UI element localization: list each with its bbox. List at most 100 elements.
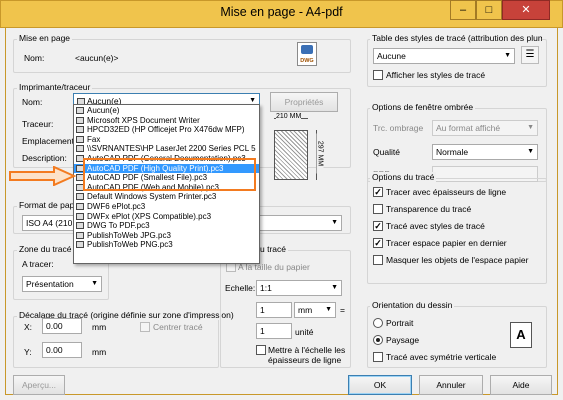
- upside-down-label: Tracé avec symétrie verticale: [386, 352, 497, 362]
- plot-paperspace-last-checkbox[interactable]: ✓: [373, 238, 383, 248]
- plot-option-label: Masquer les objets de l'espace papier: [386, 255, 529, 265]
- location-label: Emplacement:: [22, 136, 77, 146]
- orientation-legend: Orientation du dessin: [370, 300, 455, 310]
- printer-legend: Imprimante/traceur: [17, 82, 93, 92]
- printer-icon: [76, 116, 84, 124]
- hide-paperspace-objects-checkbox[interactable]: [373, 255, 383, 265]
- minimize-button[interactable]: –: [450, 0, 476, 20]
- close-button[interactable]: ✕: [502, 0, 550, 20]
- printer-option[interactable]: Fax: [74, 135, 259, 145]
- upside-down-checkbox[interactable]: [373, 352, 383, 362]
- plot-area-legend: Zone du tracé: [17, 244, 74, 254]
- highlight-box: [83, 158, 256, 191]
- plot-what-select[interactable]: Présentation ▼: [22, 276, 102, 292]
- page-setup-name-value: <aucun(e)>: [75, 53, 119, 63]
- center-plot-label: Centrer tracé: [153, 322, 203, 332]
- printer-option[interactable]: DWFx ePlot (XPS Compatible).pc3: [74, 212, 259, 222]
- printer-icon: [76, 203, 84, 210]
- landscape-label: Paysage: [386, 335, 420, 345]
- description-label: Description:: [22, 153, 67, 163]
- printer-icon: [76, 126, 84, 134]
- page-setup-legend: Mise en page: [17, 33, 73, 43]
- preview-button[interactable]: Aperçu...: [13, 375, 65, 395]
- printer-icon: [76, 231, 84, 239]
- chevron-down-icon: ▼: [527, 148, 534, 155]
- scale-unit2-label: unité: [295, 327, 314, 337]
- printer-option[interactable]: DWG To PDF.pc3: [74, 221, 259, 231]
- scale-label: Echelle:: [225, 283, 256, 293]
- printer-icon: [76, 193, 84, 201]
- offset-y-input[interactable]: 0.00: [42, 342, 82, 358]
- plot-option-label: Transparence du tracé: [386, 204, 472, 214]
- scale-lineweights-label: Mettre à l'échelle les épaisseurs de lig…: [268, 345, 346, 365]
- printer-option[interactable]: Microsoft XPS Document Writer: [74, 116, 259, 126]
- offset-x-unit: mm: [92, 322, 107, 332]
- dwg-file-icon: DWG: [297, 42, 317, 66]
- orange-arrow-icon: [9, 166, 77, 186]
- plot-with-styles-checkbox[interactable]: ✓: [373, 221, 383, 231]
- plot-lineweights-checkbox[interactable]: ✓: [373, 187, 383, 197]
- printer-option[interactable]: PublishToWeb JPG.pc3: [74, 231, 259, 241]
- portrait-label: Portrait: [386, 318, 414, 328]
- offset-x-input[interactable]: 0.00: [42, 318, 82, 334]
- chevron-down-icon: ▼: [331, 219, 338, 226]
- scale-equals: =: [340, 305, 345, 315]
- edit-style-table-icon[interactable]: ☰: [521, 46, 539, 64]
- scale-legend: u tracé: [258, 244, 288, 254]
- plot-options-legend: Options du tracé: [370, 172, 437, 182]
- cancel-button[interactable]: Annuler: [419, 375, 483, 395]
- printer-option[interactable]: \\SVRNANTES\HP LaserJet 2200 Series PCL …: [74, 144, 259, 154]
- plot-what-label: A tracer:: [22, 259, 54, 269]
- printer-icon: [76, 145, 84, 153]
- plotter-label: Traceur:: [22, 119, 54, 129]
- printer-name-label: Nom:: [22, 97, 43, 107]
- plot-transparency-checkbox[interactable]: [373, 204, 383, 214]
- properties-button[interactable]: Propriétés: [270, 92, 338, 112]
- printer-option[interactable]: DWF6 ePlot.pc3: [74, 202, 259, 212]
- preview-height: 297 MM: [316, 133, 324, 174]
- plot-option-label: Tracé avec styles de tracé: [386, 221, 485, 231]
- preview-width: 210 MM: [276, 113, 302, 120]
- scale-value2-input[interactable]: 1: [256, 323, 292, 339]
- paper-preview: 210 MM 297 MM: [268, 113, 340, 196]
- printer-icon: [76, 135, 84, 143]
- plot-style-legend: Table des styles de tracé (attribution d…: [370, 33, 542, 43]
- offset-x-label: X:: [24, 322, 33, 332]
- printer-icon: [76, 107, 84, 114]
- quality-label: Qualité: [373, 147, 400, 157]
- scale-unit-select[interactable]: mm ▼: [294, 302, 336, 318]
- portrait-radio[interactable]: [373, 318, 383, 328]
- help-button[interactable]: Aide: [490, 375, 552, 395]
- chevron-down-icon: ▼: [527, 124, 534, 131]
- orientation-preview-icon: A: [510, 322, 532, 348]
- scale-value1-input[interactable]: 1: [256, 302, 292, 318]
- quality-select[interactable]: Normale ▼: [432, 144, 538, 160]
- center-plot-checkbox[interactable]: [140, 322, 150, 332]
- maximize-button[interactable]: □: [476, 0, 502, 20]
- offset-y-unit: mm: [92, 347, 107, 357]
- printer-option[interactable]: Aucun(e): [74, 106, 259, 116]
- scale-lineweights-checkbox[interactable]: [256, 345, 266, 355]
- printer-icon: [76, 212, 84, 220]
- ok-button[interactable]: OK: [348, 375, 412, 395]
- page-setup-name-label: Nom:: [24, 53, 45, 63]
- chevron-down-icon: ▼: [325, 306, 332, 313]
- show-plot-styles-label: Afficher les styles de tracé: [386, 70, 486, 80]
- printer-icon: [76, 241, 84, 249]
- chevron-down-icon: ▼: [91, 280, 98, 287]
- plot-option-label: Tracer avec épaisseurs de ligne: [386, 187, 507, 197]
- plot-style-select[interactable]: Aucune ▼: [373, 48, 515, 64]
- printer-option[interactable]: PublishToWeb PNG.pc3: [74, 240, 259, 250]
- chevron-down-icon: ▼: [331, 284, 338, 291]
- landscape-radio[interactable]: [373, 335, 383, 345]
- shade-plot-label: Trc. ombrage: [373, 123, 424, 133]
- offset-y-label: Y:: [24, 347, 32, 357]
- printer-option[interactable]: HPCD32ED (HP Officejet Pro X476dw MFP): [74, 125, 259, 135]
- printer-option[interactable]: Default Windows System Printer.pc3: [74, 192, 259, 202]
- show-plot-styles-checkbox[interactable]: [373, 70, 383, 80]
- printer-icon: [76, 222, 84, 230]
- scale-select[interactable]: 1:1 ▼: [256, 280, 342, 296]
- shade-plot-select[interactable]: Au format affiché ▼: [432, 120, 538, 136]
- shaded-legend: Options de fenêtre ombrée: [370, 102, 476, 112]
- plot-option-label: Tracer espace papier en dernier: [386, 238, 507, 248]
